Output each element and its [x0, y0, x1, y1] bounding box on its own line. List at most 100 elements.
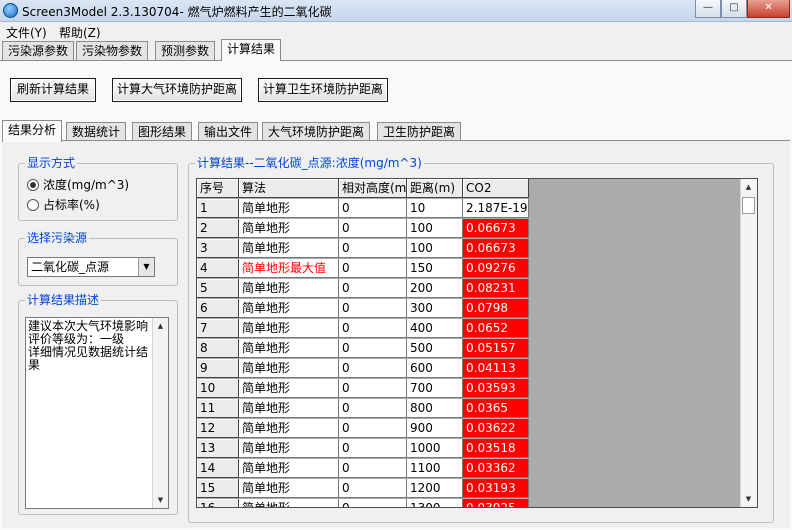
scroll-down-icon[interactable]: ▼	[153, 492, 168, 508]
column-header[interactable]: 序号	[197, 179, 239, 198]
table-row[interactable]: 14 简单地形 0 1100 0.03362	[197, 459, 729, 479]
table-cell[interactable]: 简单地形	[239, 279, 339, 298]
table-cell[interactable]: 14	[197, 459, 239, 478]
tab-result-analysis[interactable]: 结果分析	[2, 120, 63, 142]
table-row[interactable]: 10 简单地形 0 700 0.03593	[197, 379, 729, 399]
table-cell[interactable]: 0.05157	[463, 339, 529, 358]
table-cell[interactable]: 简单地形	[239, 399, 339, 418]
table-cell[interactable]: 6	[197, 299, 239, 318]
table-cell[interactable]: 0.03518	[463, 439, 529, 458]
scroll-thumb[interactable]	[742, 197, 755, 214]
table-row[interactable]: 13 简单地形 0 1000 0.03518	[197, 439, 729, 459]
table-cell[interactable]: 4	[197, 259, 239, 278]
refresh-results-button[interactable]: 刷新计算结果	[10, 78, 96, 102]
tab-data-stats[interactable]: 数据统计	[66, 122, 127, 142]
scroll-up-icon[interactable]: ▲	[741, 179, 756, 195]
tab-results[interactable]: 计算结果	[221, 39, 282, 61]
table-row[interactable]: 5 简单地形 0 200 0.08231	[197, 279, 729, 299]
table-cell[interactable]: 0.09276	[463, 259, 529, 278]
table-cell[interactable]: 简单地形	[239, 319, 339, 338]
table-cell[interactable]: 简单地形	[239, 199, 339, 218]
table-cell[interactable]: 简单地形	[239, 439, 339, 458]
table-cell[interactable]: 15	[197, 479, 239, 498]
tab-health-distance[interactable]: 卫生防护距离	[377, 122, 462, 142]
table-cell[interactable]: 400	[407, 319, 463, 338]
table-cell[interactable]: 0.08231	[463, 279, 529, 298]
table-cell[interactable]: 简单地形	[239, 359, 339, 378]
table-cell[interactable]: 简单地形	[239, 239, 339, 258]
table-cell[interactable]: 0	[339, 479, 407, 498]
table-row[interactable]: 1 简单地形 0 10 2.187E-19	[197, 199, 729, 219]
table-cell[interactable]: 9	[197, 359, 239, 378]
table-cell[interactable]: 200	[407, 279, 463, 298]
health-distance-button[interactable]: 计算卫生环境防护距离	[258, 78, 388, 102]
radio-concentration[interactable]: 浓度(mg/m^3)	[27, 176, 129, 193]
table-cell[interactable]: 500	[407, 339, 463, 358]
close-button[interactable]: ✕	[747, 0, 790, 18]
table-cell[interactable]: 简单地形	[239, 339, 339, 358]
table-cell[interactable]: 0.0798	[463, 299, 529, 318]
table-cell[interactable]: 0	[339, 499, 407, 507]
memo-scrollbar[interactable]: ▲ ▼	[152, 318, 168, 508]
table-cell[interactable]: 7	[197, 319, 239, 338]
table-cell[interactable]: 0.03593	[463, 379, 529, 398]
table-row[interactable]: 11 简单地形 0 800 0.0365	[197, 399, 729, 419]
table-cell[interactable]: 0	[339, 199, 407, 218]
table-cell[interactable]: 700	[407, 379, 463, 398]
table-cell[interactable]: 0.06673	[463, 239, 529, 258]
table-cell[interactable]: 0.04113	[463, 359, 529, 378]
table-cell[interactable]: 简单地形	[239, 379, 339, 398]
table-row[interactable]: 6 简单地形 0 300 0.0798	[197, 299, 729, 319]
table-cell[interactable]: 10	[407, 199, 463, 218]
radio-percentage[interactable]: 占标率(%)	[27, 196, 100, 213]
scroll-up-icon[interactable]: ▲	[153, 318, 168, 334]
table-cell[interactable]: 0.03025	[463, 499, 529, 507]
tab-atmos-distance[interactable]: 大气环境防护距离	[262, 122, 371, 142]
table-cell[interactable]: 0	[339, 259, 407, 278]
table-row[interactable]: 12 简单地形 0 900 0.03622	[197, 419, 729, 439]
table-row[interactable]: 8 简单地形 0 500 0.05157	[197, 339, 729, 359]
tab-output-file[interactable]: 输出文件	[198, 122, 259, 142]
table-row[interactable]: 7 简单地形 0 400 0.0652	[197, 319, 729, 339]
table-cell[interactable]: 1100	[407, 459, 463, 478]
table-cell[interactable]: 16	[197, 499, 239, 507]
maximize-button[interactable]: □	[721, 0, 747, 18]
table-cell[interactable]: 0.0652	[463, 319, 529, 338]
table-cell[interactable]: 0.03622	[463, 419, 529, 438]
menu-help[interactable]: 帮助(Z)	[59, 24, 101, 41]
table-cell[interactable]: 800	[407, 399, 463, 418]
table-cell[interactable]: 2.187E-19	[463, 199, 529, 218]
table-cell[interactable]: 0	[339, 339, 407, 358]
table-cell[interactable]: 简单地形	[239, 479, 339, 498]
table-cell[interactable]: 简单地形	[239, 219, 339, 238]
table-cell[interactable]: 300	[407, 299, 463, 318]
table-cell[interactable]: 1300	[407, 499, 463, 507]
results-grid[interactable]: 序号 算法 相对高度(m) 距离(m) CO2 1 简单地形 0 10 2.187E-19 2 简单地…	[196, 178, 758, 508]
table-cell[interactable]: 8	[197, 339, 239, 358]
table-row[interactable]: 15 简单地形 0 1200 0.03193	[197, 479, 729, 499]
table-cell[interactable]: 1	[197, 199, 239, 218]
table-cell[interactable]: 100	[407, 219, 463, 238]
tab-pollutant[interactable]: 污染物参数	[76, 41, 149, 61]
atmos-distance-button[interactable]: 计算大气环境防护距离	[112, 78, 242, 102]
table-cell[interactable]: 简单地形	[239, 299, 339, 318]
table-cell[interactable]: 简单地形最大值	[239, 259, 339, 278]
table-cell[interactable]: 900	[407, 419, 463, 438]
grid-scrollbar[interactable]: ▲ ▼	[740, 179, 757, 507]
table-cell[interactable]: 0.03193	[463, 479, 529, 498]
table-cell[interactable]: 0	[339, 439, 407, 458]
table-row[interactable]: 9 简单地形 0 600 0.04113	[197, 359, 729, 379]
table-cell[interactable]: 5	[197, 279, 239, 298]
table-cell[interactable]: 0.0365	[463, 399, 529, 418]
table-cell[interactable]: 3	[197, 239, 239, 258]
table-row[interactable]: 16 简单地形 0 1300 0.03025	[197, 499, 729, 507]
result-description-memo[interactable]: 建议本次大气环境影响评价等级为：一级 详细情况见数据统计结果 ▲ ▼	[25, 317, 169, 509]
table-cell[interactable]: 简单地形	[239, 459, 339, 478]
table-cell[interactable]: 0	[339, 239, 407, 258]
table-cell[interactable]: 600	[407, 359, 463, 378]
column-header[interactable]: 算法	[239, 179, 339, 198]
table-cell[interactable]: 2	[197, 219, 239, 238]
scroll-down-icon[interactable]: ▼	[741, 491, 756, 507]
table-cell[interactable]: 12	[197, 419, 239, 438]
table-cell[interactable]: 0.03362	[463, 459, 529, 478]
